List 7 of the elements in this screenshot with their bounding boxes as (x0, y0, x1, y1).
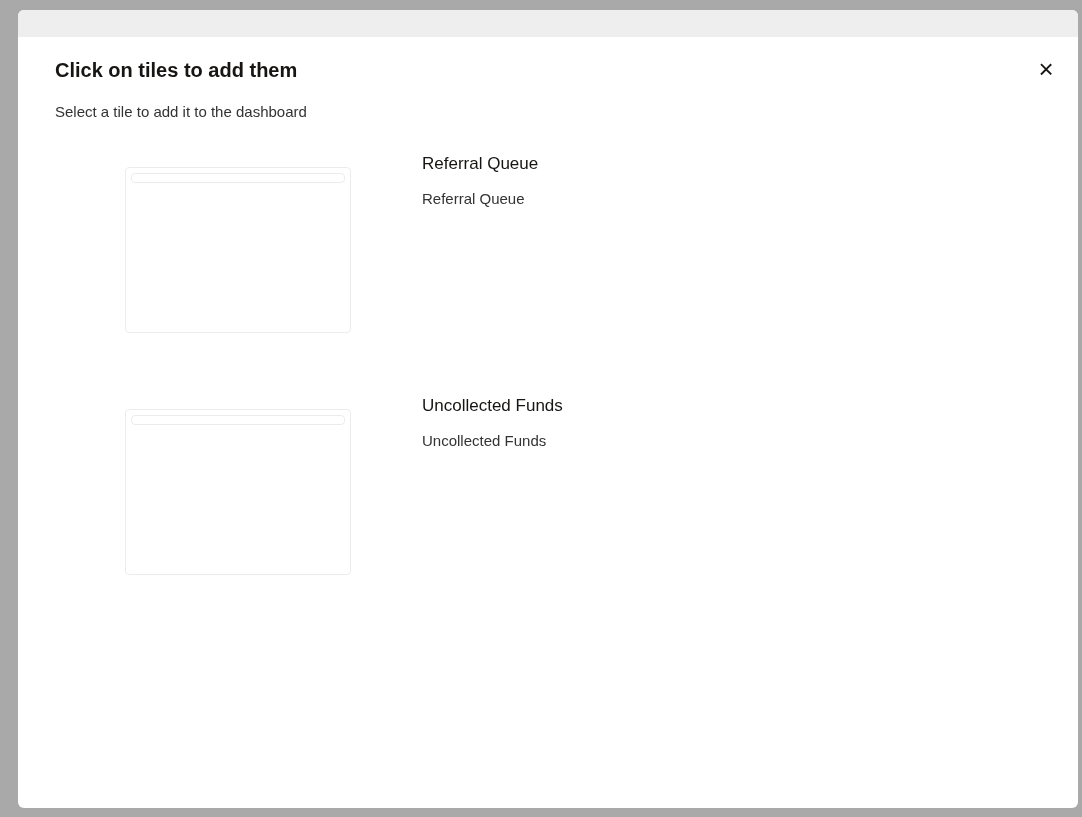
dialog-title: Click on tiles to add them (55, 58, 298, 83)
tile-description: Uncollected Funds (422, 431, 548, 451)
tile-title: Uncollected Funds (422, 394, 563, 417)
tile-description: Referral Queue (422, 189, 526, 209)
dialog-subtitle: Select a tile to add it to the dashboard (54, 102, 308, 122)
close-button[interactable]: × (1032, 55, 1060, 83)
tile-title: Referral Queue (422, 152, 539, 175)
